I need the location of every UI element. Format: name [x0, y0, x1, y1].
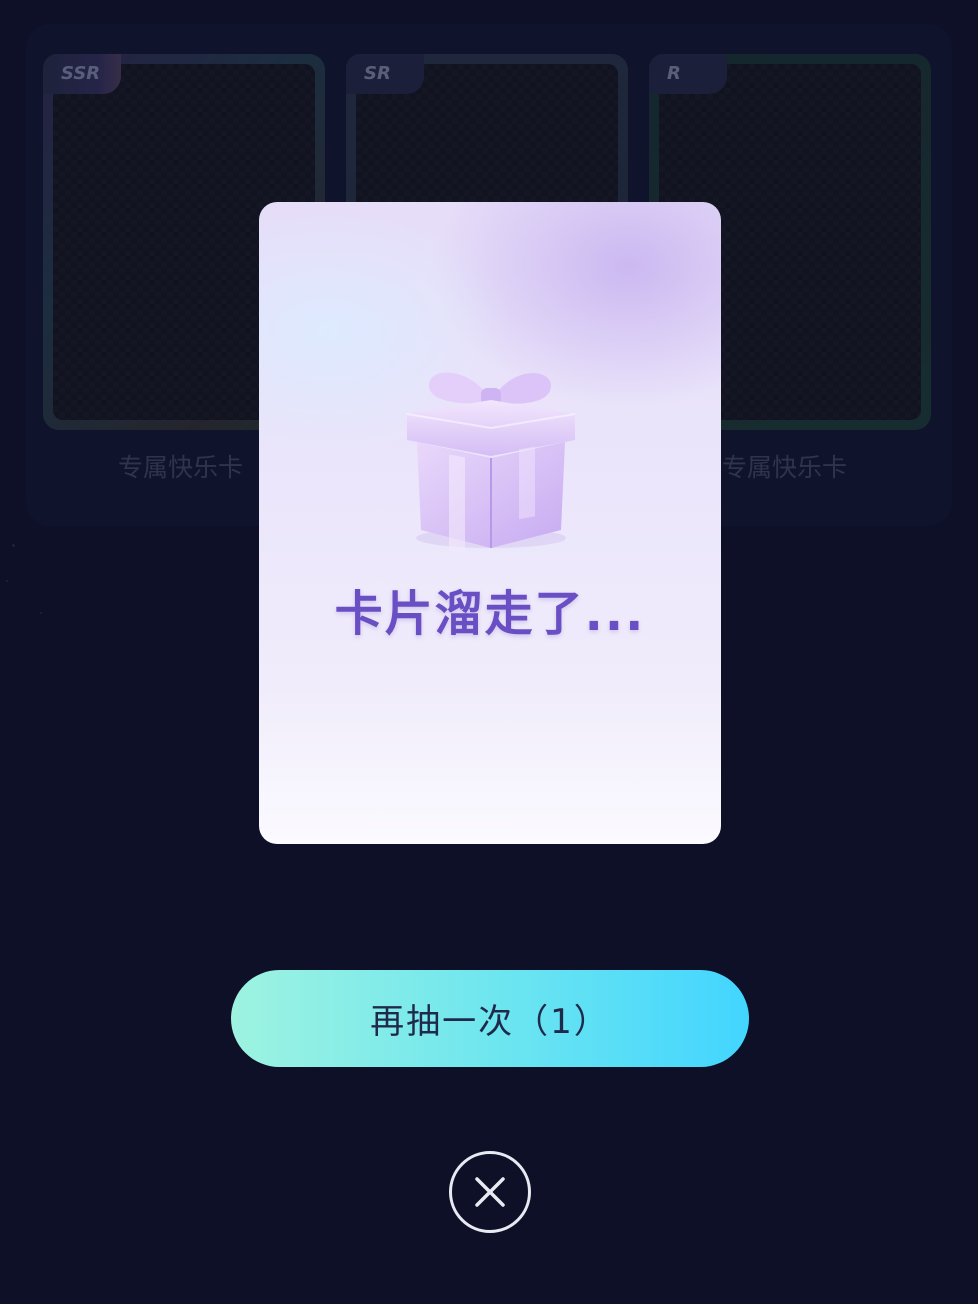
close-icon [475, 1177, 505, 1207]
gift-icon [406, 372, 576, 554]
close-button[interactable] [449, 1151, 531, 1233]
draw-again-button[interactable]: 再抽一次（1） [231, 970, 749, 1067]
popup-message: 卡片溜走了... [334, 586, 646, 642]
draw-result-popup: 卡片溜走了... [259, 202, 721, 844]
